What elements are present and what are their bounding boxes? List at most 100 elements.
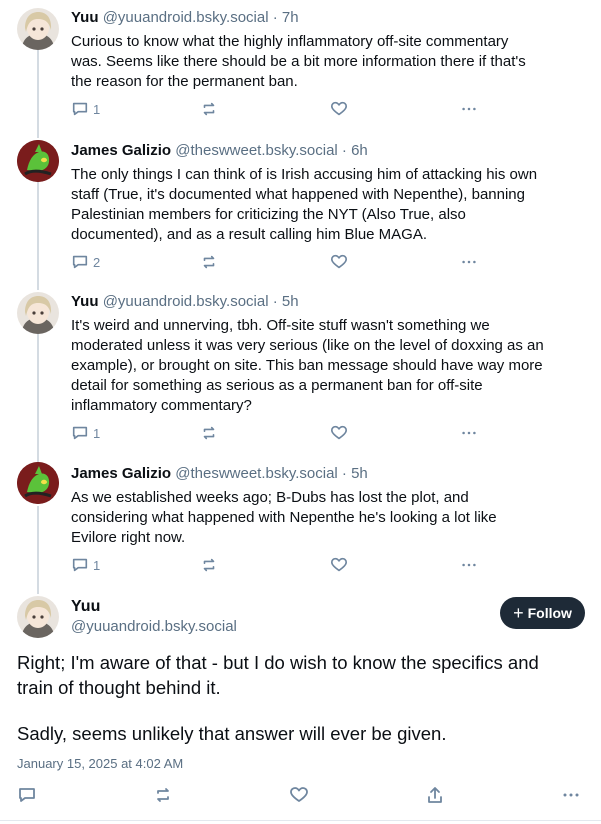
post-time[interactable]: · 5h [342, 465, 368, 482]
repost-button[interactable] [153, 785, 173, 805]
avatar-image-yuu [17, 292, 59, 334]
ellipsis-icon [462, 431, 476, 435]
thread-reply[interactable]: James Galizio @theswweet.bsky.social · 5… [0, 460, 601, 585]
like-button[interactable] [330, 252, 348, 272]
post-text: As we established weeks ago; B-Dubs has … [71, 488, 591, 548]
reply-button[interactable]: 1 [71, 99, 100, 119]
like-button[interactable] [330, 99, 348, 119]
post-text-line: example), or brought on site. This ban m… [71, 357, 543, 374]
ellipsis-icon [563, 793, 579, 797]
like-button[interactable] [330, 423, 348, 443]
follow-button[interactable]: + Follow [500, 597, 585, 629]
avatar-image-yuu [17, 8, 59, 50]
more-options-button[interactable] [460, 252, 478, 272]
avatar[interactable] [17, 8, 59, 50]
post-header: Yuu @yuuandroid.bsky.social · 7h [71, 8, 299, 28]
reply-button[interactable] [17, 785, 37, 805]
repost-arrows-icon [157, 788, 169, 802]
post-header: James Galizio @theswweet.bsky.social · 6… [71, 141, 368, 161]
avatar-image-james [17, 140, 59, 182]
post-actions: 1 [71, 555, 591, 575]
post-timestamp[interactable]: January 15, 2025 at 4:02 AM [17, 756, 183, 772]
heart-icon [330, 254, 348, 269]
post-text-line: Curious to know what the highly inflamma… [71, 33, 509, 50]
thread-reply[interactable]: James Galizio @theswweet.bsky.social · 6… [0, 130, 601, 290]
post-time[interactable]: · 6h [342, 142, 368, 159]
post-text: The only things I can think of is Irish … [71, 165, 591, 245]
avatar[interactable] [17, 292, 59, 334]
author-handle[interactable]: @yuuandroid.bsky.social [103, 293, 269, 310]
author-name[interactable]: Yuu [71, 9, 99, 26]
main-author-name[interactable]: Yuu [71, 597, 100, 617]
post-time[interactable]: · 5h [273, 293, 299, 310]
ellipsis-icon [462, 563, 476, 567]
reply-button[interactable]: 1 [71, 555, 100, 575]
avatar-image-james [17, 462, 59, 504]
reply-count: 1 [93, 557, 101, 573]
repost-arrows-icon [203, 102, 215, 116]
more-options-button[interactable] [460, 423, 478, 443]
avatar-image-yuu [17, 596, 59, 638]
post-text-line: staff (True, it's documented what happen… [71, 186, 525, 203]
reply-count: 1 [93, 425, 101, 441]
author-handle[interactable]: @yuuandroid.bsky.social [103, 9, 269, 26]
repost-button[interactable] [200, 252, 218, 272]
post-text-line: Evilore right now. [71, 529, 186, 546]
thread-reply[interactable]: Yuu @yuuandroid.bsky.social · 7h Curious… [0, 0, 601, 130]
more-options-button[interactable] [460, 555, 478, 575]
main-author-handle[interactable]: @yuuandroid.bsky.social [71, 617, 237, 637]
repost-button[interactable] [200, 555, 218, 575]
heart-icon [290, 787, 308, 802]
more-options-button[interactable] [460, 99, 478, 119]
main-post-avatar[interactable] [17, 596, 59, 638]
reply-count: 1 [93, 101, 101, 117]
follow-button-label: Follow [527, 605, 572, 621]
post-actions: 1 [71, 99, 591, 119]
main-post-actions [17, 785, 587, 807]
post-text-line: was. Seems like there should be a bit mo… [71, 53, 526, 70]
post-time[interactable]: · 7h [273, 9, 299, 26]
post-actions: 2 [71, 252, 591, 272]
share-button[interactable] [425, 785, 445, 805]
speech-bubble-icon [72, 102, 88, 116]
reply-button[interactable]: 2 [71, 252, 100, 272]
like-button[interactable] [330, 555, 348, 575]
repost-arrows-icon [203, 426, 215, 440]
post-text: Curious to know what the highly inflamma… [71, 32, 591, 92]
speech-bubble-icon [19, 788, 35, 802]
like-button[interactable] [289, 785, 309, 805]
share-up-icon [428, 787, 442, 803]
post-text-line: moderated unless it was very serious (li… [71, 337, 544, 354]
plus-icon: + [513, 603, 524, 623]
post-text-line: documented), and as a result calling him… [71, 226, 428, 243]
post-text-line: The only things I can think of is Irish … [71, 166, 538, 183]
post-header: Yuu @yuuandroid.bsky.social · 5h [71, 292, 299, 312]
main-post-text: Right; I'm aware of that - but I do wish… [17, 650, 587, 746]
reply-button[interactable]: 1 [71, 423, 100, 443]
post-text-line: It's weird and unnerving, tbh. Off-site … [71, 317, 490, 334]
repost-arrows-icon [203, 558, 215, 572]
heart-icon [330, 557, 348, 572]
repost-button[interactable] [200, 99, 218, 119]
author-name[interactable]: Yuu [71, 293, 99, 310]
thread-reply[interactable]: Yuu @yuuandroid.bsky.social · 5h It's we… [0, 290, 601, 460]
avatar[interactable] [17, 140, 59, 182]
avatar[interactable] [17, 462, 59, 504]
author-handle[interactable]: @theswweet.bsky.social [175, 142, 338, 159]
post-text-line: train of thought behind it. [17, 677, 221, 698]
post-text-line: considering what happened with Nepenthe … [71, 509, 497, 526]
post-text-line: the reason for the permanent ban. [71, 73, 298, 90]
author-name[interactable]: James Galizio [71, 142, 171, 159]
author-name[interactable]: James Galizio [71, 465, 171, 482]
speech-bubble-icon [72, 426, 88, 440]
post-actions: 1 [71, 423, 591, 443]
more-options-button[interactable] [561, 785, 581, 805]
post-header: James Galizio @theswweet.bsky.social · 5… [71, 464, 368, 484]
ellipsis-icon [462, 260, 476, 264]
post-text-line [17, 700, 587, 721]
post-text-line: detail for something as serious as a per… [71, 377, 483, 394]
speech-bubble-icon [72, 558, 88, 572]
author-handle[interactable]: @theswweet.bsky.social [175, 465, 338, 482]
repost-button[interactable] [200, 423, 218, 443]
post-text-line: Palestinian members for criticizing the … [71, 206, 466, 223]
